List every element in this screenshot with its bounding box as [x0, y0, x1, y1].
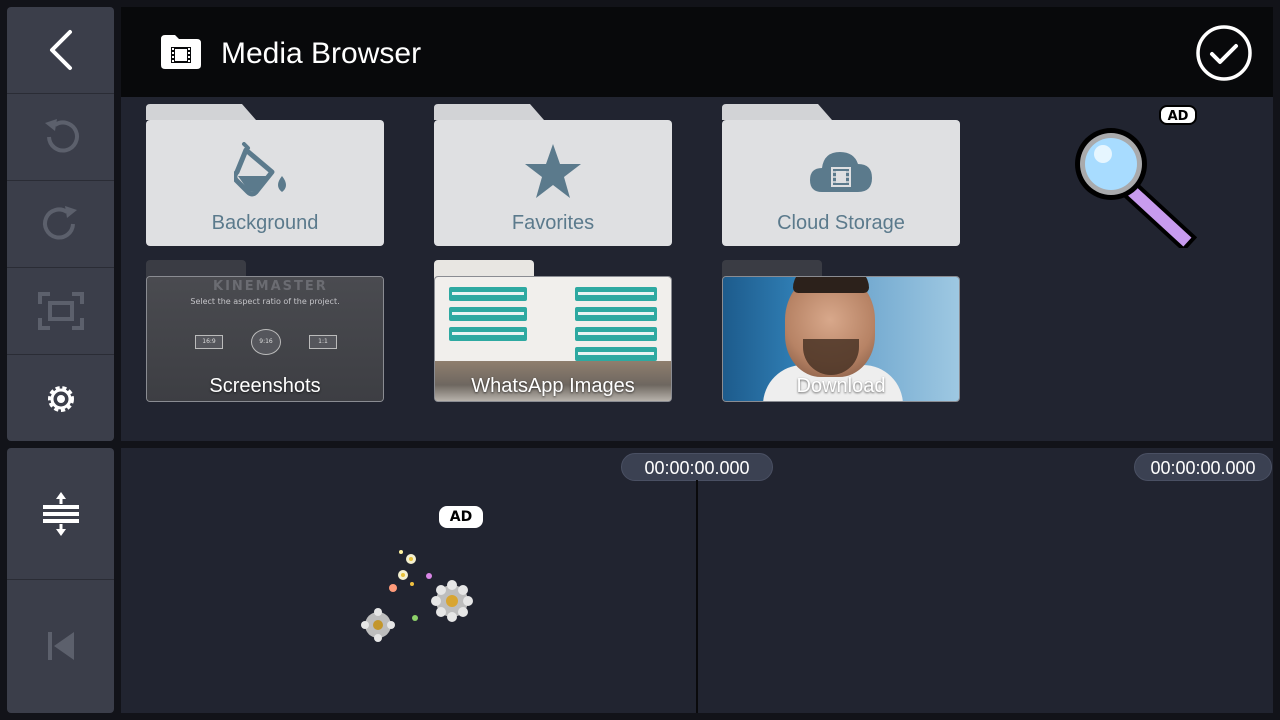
- thumbnail-app-name: KINEMASTER: [213, 279, 328, 294]
- folder-download[interactable]: Download: [722, 260, 960, 404]
- paint-bucket-icon: [146, 142, 384, 206]
- ratio-option: 1:1: [309, 335, 337, 349]
- playhead[interactable]: [696, 480, 698, 713]
- folder-body: Favorites: [434, 120, 672, 246]
- flowers-ad-icon[interactable]: [357, 544, 482, 648]
- thumbnail-decoration: [449, 327, 527, 341]
- folder-label: WhatsApp Images: [471, 375, 635, 397]
- thumbnail-caption: Select the aspect ratio of the project.: [190, 297, 340, 306]
- skip-to-start-button[interactable]: [7, 580, 114, 712]
- folder-favorites[interactable]: Favorites: [434, 104, 672, 248]
- ratio-option: 16:9: [195, 335, 223, 349]
- timeline-expand-icon: [42, 491, 79, 536]
- folder-background[interactable]: Background: [146, 104, 384, 248]
- folder-body: Cloud Storage: [722, 120, 960, 246]
- total-timecode: 00:00:00.000: [1134, 453, 1272, 481]
- film-folder-icon: [161, 35, 201, 69]
- folder-label: Cloud Storage: [777, 212, 905, 234]
- thumbnail-decoration: [449, 287, 527, 301]
- folder-label: Favorites: [511, 212, 595, 234]
- left-toolbar-bottom: [7, 448, 114, 713]
- page-title: Media Browser: [221, 37, 422, 70]
- fullscreen-button[interactable]: [7, 268, 114, 355]
- gear-icon: [47, 385, 74, 412]
- confirm-button[interactable]: [1195, 24, 1253, 86]
- thumbnail-decoration: [575, 347, 657, 361]
- magnifier-ad-icon[interactable]: [1071, 122, 1197, 248]
- timeline-expand-button[interactable]: [7, 448, 114, 580]
- folder-thumbnail: WhatsApp Images: [434, 276, 672, 402]
- timeline-panel[interactable]: 00:00:00.000 00:00:00.000 AD: [121, 448, 1273, 713]
- folder-body: Background: [146, 120, 384, 246]
- folder-label: Background: [211, 212, 319, 234]
- back-button[interactable]: [7, 7, 114, 94]
- undo-icon: [44, 119, 79, 153]
- folder-screenshots[interactable]: KINEMASTER Select the aspect ratio of th…: [146, 260, 384, 404]
- folder-label: Screenshots: [209, 375, 321, 397]
- ad-badge[interactable]: AD: [439, 506, 483, 528]
- left-toolbar-top: [7, 7, 114, 441]
- current-timecode: 00:00:00.000: [621, 453, 773, 481]
- settings-button[interactable]: [7, 355, 114, 441]
- cloud-film-icon: [722, 142, 960, 200]
- media-browser-header: Media Browser: [121, 7, 1273, 97]
- folder-label: Download: [796, 375, 886, 397]
- redo-button[interactable]: [7, 181, 114, 268]
- undo-button[interactable]: [7, 94, 114, 181]
- thumbnail-decoration: [575, 307, 657, 321]
- thumbnail-decoration: [449, 307, 527, 321]
- chevron-left-icon: [49, 30, 72, 70]
- folder-thumbnail: Download: [722, 276, 960, 402]
- skip-to-start-icon: [47, 632, 74, 660]
- thumbnail-decoration: [575, 287, 657, 301]
- redo-icon: [42, 206, 77, 240]
- thumbnail-decoration: [575, 327, 657, 341]
- folder-cloud-storage[interactable]: Cloud Storage: [722, 104, 960, 248]
- fullscreen-icon: [37, 292, 84, 330]
- ratio-option: 9:16: [251, 329, 281, 355]
- folder-whatsapp-images[interactable]: WhatsApp Images: [434, 260, 672, 404]
- thumbnail-decoration: [793, 277, 869, 293]
- folder-thumbnail: KINEMASTER Select the aspect ratio of th…: [146, 276, 384, 402]
- media-browser-panel: Media Browser Background Favorites Cloud…: [121, 7, 1273, 441]
- checkmark-circle-icon: [1196, 25, 1252, 81]
- star-icon: [434, 142, 672, 204]
